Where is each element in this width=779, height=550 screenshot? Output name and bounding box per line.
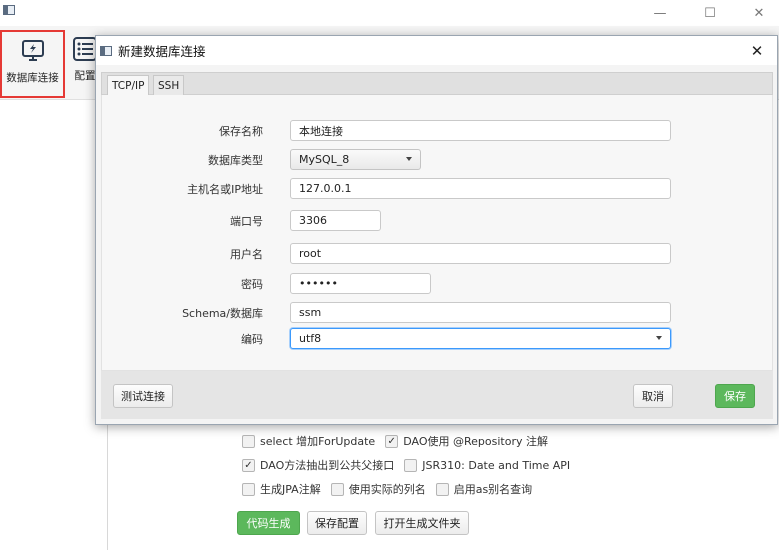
save-config-button[interactable]: 保存配置: [307, 511, 367, 535]
password-label: 密码: [241, 278, 263, 291]
dialog-app-icon: [100, 45, 112, 56]
dbtype-value: MySQL_8: [299, 153, 350, 166]
schema-label: Schema/数据库: [182, 307, 263, 320]
chevron-down-icon: [406, 157, 412, 161]
dao-extract-checkbox[interactable]: ✓: [242, 458, 255, 472]
dbtype-select[interactable]: MySQL_8: [290, 149, 421, 170]
actual-column-label: 使用实际的列名: [348, 483, 426, 496]
connection-form: 保存名称 本地连接 数据库类型 MySQL_8 主机名或IP地址 127.0.0…: [101, 95, 773, 371]
minimize-button[interactable]: —: [640, 0, 680, 26]
dao-repository-label: DAO使用 @Repository 注解: [403, 435, 548, 448]
app-icon: [3, 5, 15, 15]
tab-ssh[interactable]: SSH: [153, 75, 185, 95]
select-forupdate-label: select 增加ForUpdate: [260, 435, 376, 448]
dao-extract-label: DAO方法抽出到公共父接口: [260, 459, 395, 472]
as-alias-checkbox[interactable]: [435, 482, 449, 496]
jpa-annotation-checkbox[interactable]: [242, 482, 255, 496]
user-input[interactable]: root: [290, 243, 671, 264]
generate-code-button[interactable]: 代码生成: [237, 511, 300, 535]
left-pane: [0, 100, 108, 550]
jpa-annotation-label: 生成JPA注解: [260, 483, 321, 496]
password-input[interactable]: ••••••: [290, 273, 431, 294]
dialog-titlebar: 新建数据库连接 ✕: [96, 36, 777, 65]
actual-column-checkbox[interactable]: [330, 482, 344, 496]
dbtype-label: 数据库类型: [208, 154, 263, 167]
jsr310-checkbox[interactable]: [404, 458, 418, 472]
as-alias-label: 启用as别名查询: [453, 483, 533, 496]
port-input[interactable]: 3306: [290, 210, 381, 231]
config-label: 配置: [74, 70, 96, 82]
save-button[interactable]: 保存: [715, 384, 755, 408]
name-label: 保存名称: [219, 125, 263, 138]
dialog-footer: 测试连接 取消 保存: [101, 371, 773, 419]
schema-input[interactable]: ssm: [290, 302, 671, 323]
encoding-label: 编码: [241, 333, 263, 346]
select-forupdate-checkbox[interactable]: [242, 434, 255, 448]
jsr310-label: JSR310: Date and Time API: [422, 458, 571, 472]
dialog-title: 新建数据库连接: [118, 44, 206, 59]
chevron-down-icon: [656, 336, 662, 340]
cancel-button[interactable]: 取消: [633, 384, 673, 408]
tab-tcpip[interactable]: TCP/IP: [107, 75, 150, 95]
name-input[interactable]: 本地连接: [290, 120, 671, 141]
host-input[interactable]: 127.0.0.1: [290, 178, 671, 199]
option-row-3: 生成JPA注解 使用实际的列名 启用as别名查询: [242, 480, 532, 498]
open-folder-button[interactable]: 打开生成文件夹: [375, 511, 469, 535]
db-connection-button[interactable]: 数据库连接: [0, 30, 65, 98]
test-connection-button[interactable]: 测试连接: [113, 384, 173, 408]
host-label: 主机名或IP地址: [187, 183, 263, 196]
encoding-value: utf8: [299, 332, 322, 345]
option-row-2: ✓ DAO方法抽出到公共父接口 JSR310: Date and Time AP…: [242, 456, 570, 474]
db-connection-label: 数据库连接: [6, 72, 59, 84]
dao-repository-checkbox[interactable]: ✓: [385, 434, 399, 448]
maximize-button[interactable]: ☐: [690, 0, 730, 26]
option-row-1: select 增加ForUpdate ✓ DAO使用 @Repository 注…: [242, 432, 548, 450]
port-label: 端口号: [230, 215, 263, 228]
encoding-select[interactable]: utf8: [290, 328, 671, 349]
user-label: 用户名: [230, 248, 263, 261]
tab-bar: TCP/IP SSH: [101, 72, 773, 95]
monitor-plug-icon: [21, 40, 44, 61]
dialog-close-button[interactable]: ✕: [737, 36, 777, 65]
close-window-button[interactable]: ✕: [739, 0, 779, 26]
new-connection-dialog: 新建数据库连接 ✕ TCP/IP SSH 保存名称 本地连接 数据库类型 MyS…: [95, 35, 778, 425]
